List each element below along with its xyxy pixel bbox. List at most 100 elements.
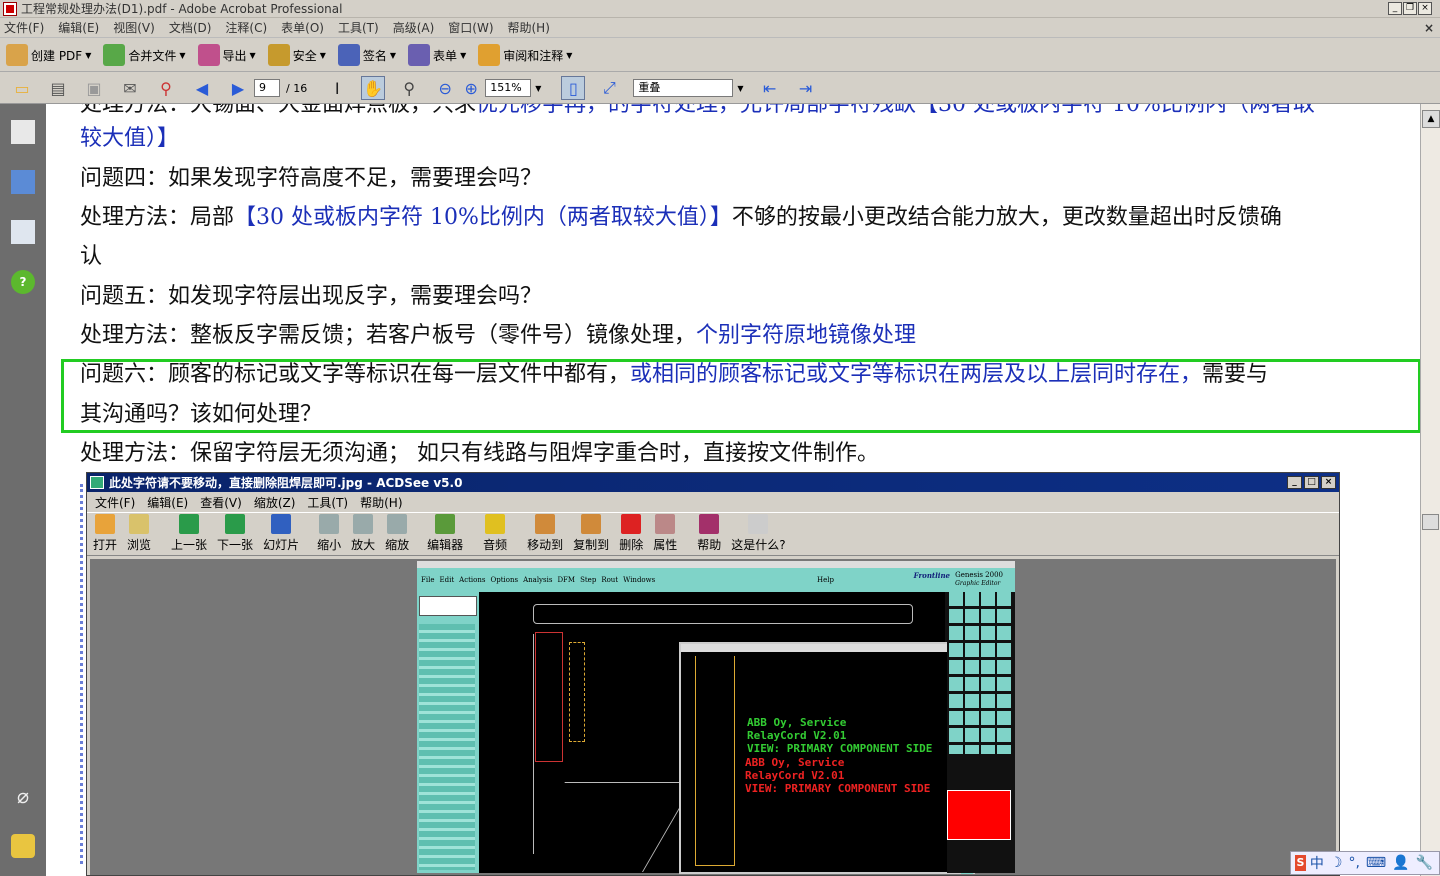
- menu-bar: 文件(F) 编辑(E) 视图(V) 文档(D) 注释(C) 表单(O) 工具(T…: [0, 18, 1440, 38]
- acdsee-whats-this-button[interactable]: 这是什么?: [731, 514, 786, 555]
- acdsee-previous-button[interactable]: 上一张: [171, 514, 207, 555]
- print-icon[interactable]: ▤: [46, 76, 70, 100]
- menu-edit[interactable]: 编辑(E): [58, 19, 99, 36]
- menu-forms[interactable]: 表单(O): [281, 19, 324, 36]
- half-width-icon[interactable]: ☽: [1330, 855, 1343, 871]
- acdsee-close-button[interactable]: ×: [1321, 476, 1336, 489]
- acdsee-menu-file[interactable]: 文件(F): [95, 494, 135, 511]
- acdsee-minimize-button[interactable]: _: [1287, 476, 1302, 489]
- search-document-icon[interactable]: ⚲: [154, 76, 178, 100]
- acdsee-editor-button[interactable]: 编辑器: [427, 514, 463, 555]
- zoom-out-icon[interactable]: ⊖: [433, 76, 457, 100]
- genesis-menu-item: Options: [490, 576, 519, 584]
- create-pdf-label: 创建 PDF: [31, 48, 83, 63]
- minimize-button[interactable]: _: [1388, 2, 1402, 15]
- ime-mode-chinese[interactable]: 中: [1310, 853, 1324, 873]
- audio-icon: [485, 514, 506, 534]
- menu-comments[interactable]: 注释(C): [225, 19, 267, 36]
- attachments-icon[interactable]: ⌀: [11, 784, 35, 808]
- combine-files-button[interactable]: 合并文件 ▼: [103, 44, 186, 66]
- scroll-up-arrow[interactable]: ▲: [1422, 110, 1440, 128]
- zoom-dropdown-icon[interactable]: ▼: [535, 84, 541, 93]
- bookmarks-panel-icon[interactable]: [11, 170, 35, 194]
- menu-tools[interactable]: 工具(T): [338, 19, 379, 36]
- green-text-block: ABB Oy, Service RelayCord V2.01 VIEW: PR…: [747, 716, 933, 755]
- menu-document[interactable]: 文档(D): [169, 19, 212, 36]
- comments-panel-icon[interactable]: [11, 834, 35, 858]
- forms-button[interactable]: 表单 ▼: [408, 44, 466, 66]
- acdsee-zoom-out-button[interactable]: 缩小: [317, 514, 341, 555]
- menu-view[interactable]: 视图(V): [113, 19, 155, 36]
- acdsee-properties-button[interactable]: 属性: [653, 514, 677, 555]
- image-viewer: File Edit Actions Options Analysis DFM S…: [90, 559, 1336, 875]
- fit-width-icon[interactable]: ⤢: [597, 76, 621, 100]
- save-icon[interactable]: ▣: [82, 76, 106, 100]
- create-pdf-button[interactable]: 创建 PDF ▼: [6, 44, 91, 66]
- ime-toolbar[interactable]: S 中 ☽ °, ⌨ 👤 🔧: [1290, 851, 1440, 875]
- zoom-in-icon[interactable]: ⊕: [459, 76, 483, 100]
- task-toolbar: 创建 PDF ▼ 合并文件 ▼ 导出 ▼ 安全 ▼ 签名 ▼ 表单 ▼ 审阅和注释 ▼: [0, 39, 1440, 72]
- review-comment-button[interactable]: 审阅和注释 ▼: [478, 44, 572, 66]
- punctuation-icon[interactable]: °,: [1348, 855, 1359, 871]
- previous-page-icon[interactable]: ◀: [190, 76, 214, 100]
- acdsee-menu-tools[interactable]: 工具(T): [307, 494, 348, 511]
- acdsee-help-button[interactable]: 帮助: [697, 514, 721, 555]
- folder-open-icon: [95, 514, 115, 534]
- genesis-menu-item: Step: [580, 576, 597, 584]
- acdsee-menu-help[interactable]: 帮助(H): [360, 494, 402, 511]
- acdsee-delete-button[interactable]: 删除: [619, 514, 643, 555]
- view-mode-dropdown-icon[interactable]: ▼: [737, 84, 743, 93]
- export-button[interactable]: 导出 ▼: [197, 44, 256, 66]
- acdsee-zoom-button[interactable]: 缩放: [385, 514, 409, 555]
- signatures-panel-icon[interactable]: [11, 220, 35, 244]
- export-label: 导出: [222, 48, 247, 63]
- view-mode-select[interactable]: 重叠: [633, 79, 734, 97]
- next-page-icon[interactable]: ▶: [226, 76, 250, 100]
- close-button[interactable]: ×: [1418, 2, 1432, 15]
- navigation-toolbar: ▭ ▤ ▣ ✉ ⚲ ◀ ▶ 9 / 16 I ✋ ⚲ ⊖ ⊕ 151% ▼ ▯ …: [0, 73, 1440, 104]
- acdsee-next-button[interactable]: 下一张: [217, 514, 253, 555]
- menu-advanced[interactable]: 高级(A): [393, 19, 435, 36]
- acdsee-slideshow-button[interactable]: 幻灯片: [263, 514, 299, 555]
- secure-button[interactable]: 安全 ▼: [267, 44, 326, 66]
- doc-close-icon[interactable]: ×: [1424, 21, 1434, 35]
- scroll-thumb[interactable]: [1422, 514, 1439, 530]
- vertical-scrollbar[interactable]: ▲: [1420, 104, 1440, 876]
- acdsee-audio-button[interactable]: 音频: [483, 514, 507, 555]
- select-tool-icon[interactable]: I: [325, 76, 349, 100]
- acdsee-menu-view[interactable]: 查看(V): [200, 494, 242, 511]
- genesis-canvas: ABB Oy, Service RelayCord V2.01 VIEW: PR…: [479, 592, 975, 874]
- acdsee-move-to-button[interactable]: 移动到: [527, 514, 563, 555]
- page-number-input[interactable]: 9: [254, 79, 280, 97]
- settings-wrench-icon[interactable]: 🔧: [1416, 855, 1433, 871]
- acdsee-maximize-button[interactable]: □: [1304, 476, 1319, 489]
- genesis-menu-item: Windows: [623, 576, 656, 584]
- keyboard-icon[interactable]: ⌨: [1366, 855, 1386, 871]
- pages-panel-icon[interactable]: [11, 120, 35, 144]
- restore-button[interactable]: ❐: [1403, 2, 1417, 15]
- acdsee-browse-button[interactable]: 浏览: [127, 514, 151, 555]
- email-icon[interactable]: ✉: [118, 76, 142, 100]
- zoom-level-select[interactable]: 151%: [485, 79, 532, 97]
- rotate-left-icon[interactable]: ⇤: [758, 76, 782, 100]
- acdsee-zoom-in-button[interactable]: 放大: [351, 514, 375, 555]
- rotate-right-icon[interactable]: ⇥: [794, 76, 818, 100]
- help-book-icon: [699, 514, 720, 534]
- sign-button[interactable]: 签名 ▼: [337, 44, 396, 66]
- menu-window[interactable]: 窗口(W): [448, 19, 493, 36]
- menu-help[interactable]: 帮助(H): [508, 19, 550, 36]
- acdsee-open-button[interactable]: 打开: [93, 514, 117, 555]
- window-title: 工程常规处理办法(D1).pdf - Adobe Acrobat Profess…: [21, 2, 343, 16]
- help-panel-icon[interactable]: ?: [11, 270, 35, 294]
- user-icon[interactable]: 👤: [1392, 855, 1409, 871]
- acdsee-copy-to-button[interactable]: 复制到: [573, 514, 609, 555]
- genesis-menu-item: File: [421, 576, 435, 584]
- zoom-tool-icon[interactable]: ⚲: [397, 76, 421, 100]
- highlight-box: [61, 359, 1420, 433]
- acdsee-menu-edit[interactable]: 编辑(E): [147, 494, 188, 511]
- open-folder-icon[interactable]: ▭: [10, 76, 34, 100]
- acdsee-menu-zoom[interactable]: 缩放(Z): [254, 494, 296, 511]
- hand-tool-icon[interactable]: ✋: [361, 76, 386, 100]
- menu-file[interactable]: 文件(F): [4, 19, 44, 36]
- fit-page-icon[interactable]: ▯: [561, 76, 586, 100]
